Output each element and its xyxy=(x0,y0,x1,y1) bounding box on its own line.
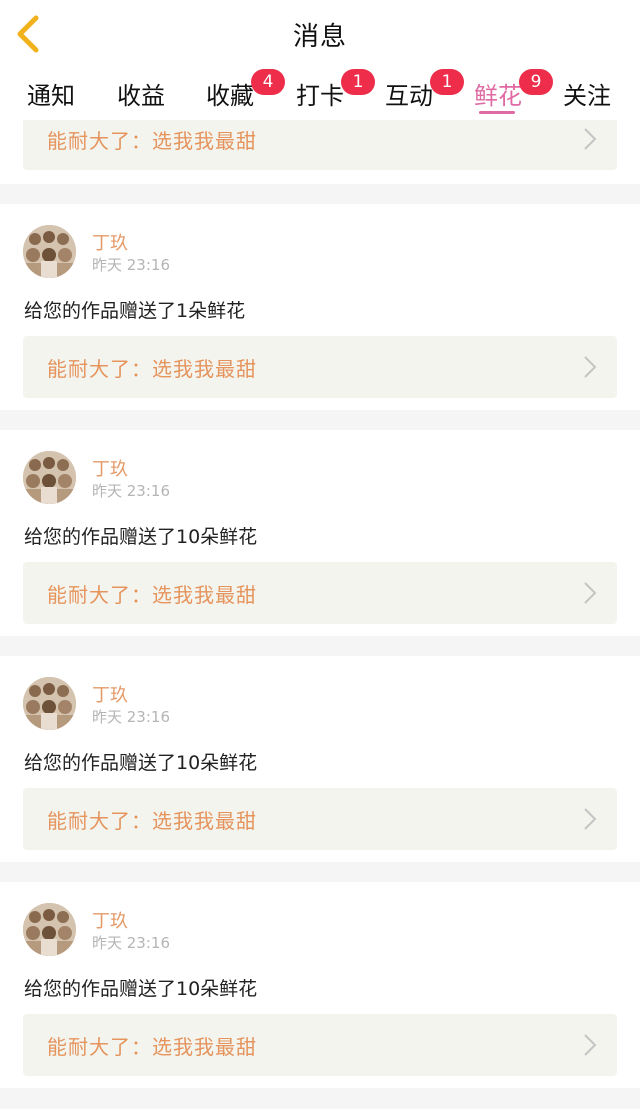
sender-name[interactable]: 丁玖 xyxy=(92,681,128,707)
message-card-partial: 能耐大了：选我我最甜 xyxy=(0,120,640,184)
work-link[interactable]: 能耐大了：选我我最甜 xyxy=(23,788,617,850)
unread-badge: 9 xyxy=(519,69,553,95)
avatar[interactable] xyxy=(23,677,76,730)
page-title: 消息 xyxy=(292,22,347,52)
message-card: 丁玖 昨天 23:16 给您的作品赠送了10朵鲜花 能耐大了：选我我最甜 xyxy=(0,882,640,1088)
avatar[interactable] xyxy=(23,903,76,956)
group-photo-icon xyxy=(23,677,76,730)
message-text: 给您的作品赠送了1朵鲜花 xyxy=(24,300,246,322)
active-tab-indicator xyxy=(479,111,515,114)
message-text: 给您的作品赠送了10朵鲜花 xyxy=(24,978,258,1000)
timestamp: 昨天 23:16 xyxy=(92,934,170,952)
tab-flowers[interactable]: 鲜花 9 xyxy=(465,69,553,116)
tab-interaction[interactable]: 互动 1 xyxy=(376,69,464,116)
flower-message-feed[interactable]: 能耐大了：选我我最甜 丁玖 昨天 23:16 给您的作品赠送了1朵鲜花 能耐大了… xyxy=(0,120,640,1109)
unread-badge: 4 xyxy=(251,69,285,95)
chevron-right-icon xyxy=(583,807,597,831)
timestamp: 昨天 23:16 xyxy=(92,708,170,726)
work-title: 能耐大了：选我我最甜 xyxy=(47,583,257,607)
tab-label: 互动 xyxy=(385,82,433,110)
tab-label: 收益 xyxy=(117,82,165,110)
work-title: 能耐大了：选我我最甜 xyxy=(47,357,257,381)
sender-name[interactable]: 丁玖 xyxy=(92,455,128,481)
unread-badge: 1 xyxy=(341,69,375,95)
work-link[interactable]: 能耐大了：选我我最甜 xyxy=(23,1014,617,1076)
work-title: 能耐大了：选我我最甜 xyxy=(47,809,257,833)
tab-follow[interactable]: 关注 xyxy=(554,76,620,116)
message-card: 丁玖 昨天 23:16 给您的作品赠送了10朵鲜花 能耐大了：选我我最甜 xyxy=(0,656,640,862)
sender-name[interactable]: 丁玖 xyxy=(92,229,128,255)
nav-header: 消息 xyxy=(0,0,640,69)
avatar[interactable] xyxy=(23,451,76,504)
app-screen: 消息 通知 收益 收藏 4 打卡 1 互动 1 鲜花 9 关注 能耐大了：选我我… xyxy=(0,0,640,1109)
message-card: 丁玖 昨天 23:16 给您的作品赠送了10朵鲜花 能耐大了：选我我最甜 xyxy=(0,430,640,636)
message-text: 给您的作品赠送了10朵鲜花 xyxy=(24,526,258,548)
tab-label: 鲜花 xyxy=(474,82,522,110)
timestamp: 昨天 23:16 xyxy=(92,482,170,500)
avatar[interactable] xyxy=(23,225,76,278)
message-card: 丁玖 昨天 23:16 给您的作品赠送了1朵鲜花 能耐大了：选我我最甜 xyxy=(0,204,640,410)
tab-label: 通知 xyxy=(27,82,75,110)
chevron-right-icon xyxy=(583,581,597,605)
message-text: 给您的作品赠送了10朵鲜花 xyxy=(24,752,258,774)
work-link[interactable]: 能耐大了：选我我最甜 xyxy=(23,336,617,398)
work-link[interactable]: 能耐大了：选我我最甜 xyxy=(23,562,617,624)
tab-label: 收藏 xyxy=(206,82,254,110)
chevron-right-icon xyxy=(583,355,597,379)
tab-checkin[interactable]: 打卡 1 xyxy=(287,69,375,116)
group-photo-icon xyxy=(23,451,76,504)
work-title: 能耐大了：选我我最甜 xyxy=(47,129,257,153)
group-photo-icon xyxy=(23,225,76,278)
work-title: 能耐大了：选我我最甜 xyxy=(47,1035,257,1059)
group-photo-icon xyxy=(23,903,76,956)
timestamp: 昨天 23:16 xyxy=(92,256,170,274)
chevron-right-icon xyxy=(583,127,597,151)
tab-favorites[interactable]: 收藏 4 xyxy=(197,69,285,116)
tab-earnings[interactable]: 收益 xyxy=(108,76,174,116)
unread-badge: 1 xyxy=(430,69,464,95)
tab-bar: 通知 收益 收藏 4 打卡 1 互动 1 鲜花 9 关注 xyxy=(0,68,640,120)
tab-label: 关注 xyxy=(563,82,611,110)
tab-label: 打卡 xyxy=(296,82,344,110)
chevron-right-icon xyxy=(583,1033,597,1057)
tab-notice[interactable]: 通知 xyxy=(18,76,84,116)
sender-name[interactable]: 丁玖 xyxy=(92,907,128,933)
work-link[interactable]: 能耐大了：选我我最甜 xyxy=(23,120,617,170)
